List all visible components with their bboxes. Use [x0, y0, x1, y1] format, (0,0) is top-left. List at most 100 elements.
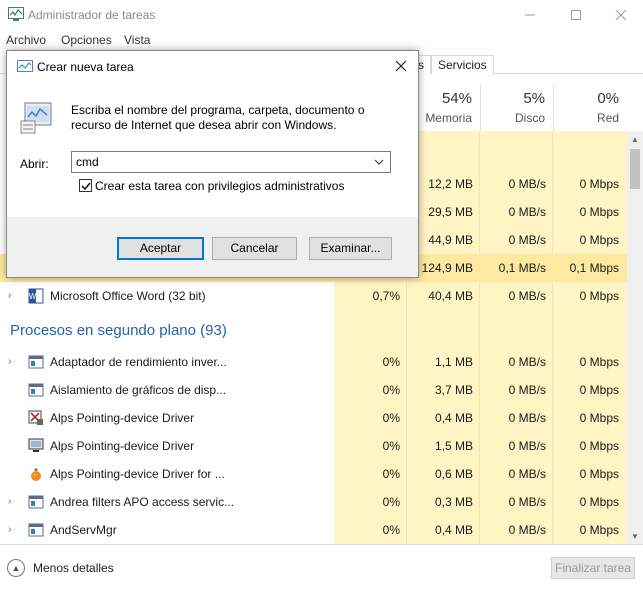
cpu-cell: 0%	[382, 439, 400, 453]
task-manager-icon	[8, 7, 24, 21]
open-label: Abrir:	[20, 157, 49, 171]
disk-cell: 0 MB/s	[508, 177, 546, 191]
group-title-background: Procesos en segundo plano (93)	[10, 322, 227, 339]
end-task-button[interactable]: Finalizar tarea	[551, 557, 635, 579]
window-title: Administrador de tareas	[28, 8, 156, 22]
menu-vista[interactable]: Vista	[124, 33, 150, 47]
expand-chevron-icon[interactable]: ›	[8, 524, 16, 535]
run-dialog: Crear nueva tarea Escriba el nombre del …	[6, 50, 419, 278]
process-name: Adaptador de rendimiento inver...	[50, 355, 227, 369]
chevron-down-icon[interactable]	[374, 155, 386, 169]
memory-cell: 1,1 MB	[434, 355, 473, 369]
disk-cell: 0 MB/s	[508, 411, 546, 425]
service-window-icon	[28, 383, 44, 397]
expand-chevron-icon[interactable]: ›	[8, 356, 16, 367]
monitor-icon	[28, 438, 44, 452]
table-row[interactable]: Alps Pointing-device Driver for ... 0% 0,6…	[0, 460, 627, 488]
dialog-close-button[interactable]	[389, 55, 413, 77]
disk-cell: 0 MB/s	[508, 355, 546, 369]
process-name: Microsoft Office Word (32 bit)	[50, 289, 206, 303]
network-cell: 0 Mbps	[579, 495, 619, 509]
cpu-cell: 0%	[382, 355, 400, 369]
memory-cell: 0,3 MB	[434, 495, 473, 509]
vertical-scrollbar[interactable]: ▲ ▼	[627, 131, 643, 544]
close-window-button[interactable]	[599, 0, 643, 30]
disk-cell: 0 MB/s	[508, 289, 546, 303]
table-row-word[interactable]: › W Microsoft Office Word (32 bit) 0,7% …	[0, 282, 627, 310]
disk-cell: 0 MB/s	[508, 523, 546, 537]
process-name: AndServMgr	[50, 523, 117, 537]
cpu-cell: 0%	[382, 383, 400, 397]
cpu-cell: 0%	[382, 495, 400, 509]
process-name: Alps Pointing-device Driver	[50, 411, 195, 425]
close-icon	[395, 60, 407, 72]
dialog-description: Escriba el nombre del programa, carpeta,…	[71, 103, 365, 132]
scroll-thumb[interactable]	[630, 149, 640, 189]
fruit-icon	[31, 468, 41, 481]
column-header-disk[interactable]: 5% Disco	[480, 84, 553, 131]
network-cell: 0 Mbps	[579, 233, 619, 247]
alps-driver-icon	[28, 410, 43, 425]
memory-cell: 0,4 MB	[434, 411, 473, 425]
maximize-icon	[571, 10, 581, 20]
disk-cell: 0,1 MB/s	[498, 261, 546, 275]
menu-opciones[interactable]: Opciones	[61, 33, 112, 47]
memory-cell: 1,5 MB	[434, 439, 473, 453]
browse-button[interactable]: Examinar...	[309, 237, 392, 260]
tab-servicios[interactable]: Servicios	[431, 55, 494, 74]
memory-cell: 0,6 MB	[434, 467, 473, 481]
network-cell: 0 Mbps	[579, 523, 619, 537]
title-bar: Administrador de tareas	[0, 0, 643, 30]
network-cell: 0 Mbps	[579, 411, 619, 425]
table-row[interactable]: › Adaptador de rendimiento inver... 0% 1,1 …	[0, 348, 627, 376]
dialog-button-bar: Aceptar Cancelar Examinar...	[7, 217, 418, 277]
expand-chevron-icon[interactable]: ›	[8, 290, 16, 301]
disk-cell: 0 MB/s	[508, 383, 546, 397]
cpu-cell: 0%	[382, 411, 400, 425]
footer-bar: ▲ Menos detalles Finalizar tarea	[0, 544, 643, 592]
cpu-cell: 0,7%	[372, 289, 400, 303]
process-name: Alps Pointing-device Driver for ...	[50, 467, 225, 481]
process-name: Aislamiento de gráficos de disp...	[50, 383, 227, 397]
process-name: Alps Pointing-device Driver	[50, 439, 195, 453]
scroll-down-arrow-icon[interactable]: ▼	[627, 528, 643, 544]
network-cell: 0 Mbps	[579, 177, 619, 191]
network-cell: 0 Mbps	[579, 383, 619, 397]
minimize-button[interactable]	[507, 0, 553, 30]
table-row[interactable]: › AndServMgr 0% 0,4 MB 0 MB/s 0 Mbps	[0, 516, 627, 544]
admin-privileges-label[interactable]: Crear esta tarea con privilegios adminis…	[95, 179, 344, 193]
process-name: Andrea filters APO access servic...	[50, 495, 235, 509]
service-window-icon	[28, 355, 44, 369]
table-row[interactable]: Alps Pointing-device Driver 0% 0,4 MB 0 MB/…	[0, 404, 627, 432]
menu-archivo[interactable]: Archivo	[6, 33, 46, 47]
table-row[interactable]: Alps Pointing-device Driver 0% 1,5 MB 0 MB/…	[0, 432, 627, 460]
open-input[interactable]	[76, 154, 366, 170]
network-cell: 0,1 Mbps	[569, 261, 619, 275]
run-program-icon	[20, 102, 52, 134]
table-row[interactable]: › Andrea filters APO access servic... 0% 0,…	[0, 488, 627, 516]
minimize-icon	[525, 14, 535, 16]
open-combobox[interactable]	[71, 151, 391, 173]
network-cell: 0 Mbps	[579, 355, 619, 369]
chevron-up-circle-icon[interactable]: ▲	[7, 559, 25, 577]
network-cell: 0 Mbps	[579, 205, 619, 219]
column-header-network[interactable]: 0% Red	[553, 84, 627, 131]
scroll-up-arrow-icon[interactable]: ▲	[627, 131, 643, 147]
word-icon: W	[28, 288, 44, 304]
group-header-row: Procesos en segundo plano (93)	[0, 310, 627, 348]
disk-cell: 0 MB/s	[508, 233, 546, 247]
admin-privileges-checkbox[interactable]	[79, 179, 92, 192]
network-column-label: Red	[596, 111, 619, 125]
disk-cell: 0 MB/s	[508, 495, 546, 509]
disk-cell: 0 MB/s	[508, 467, 546, 481]
memory-cell: 0,4 MB	[434, 523, 473, 537]
cancel-button[interactable]: Cancelar	[212, 237, 297, 260]
ok-button[interactable]: Aceptar	[117, 237, 204, 260]
menu-bar: Archivo Opciones Vista	[0, 30, 643, 50]
less-details-link[interactable]: Menos detalles	[33, 561, 114, 575]
maximize-button[interactable]	[553, 0, 599, 30]
memory-cell: 40,4 MB	[428, 289, 473, 303]
disk-usage-percent: 5%	[523, 90, 545, 107]
expand-chevron-icon[interactable]: ›	[8, 496, 16, 507]
table-row[interactable]: Aislamiento de gráficos de disp... 0% 3,7 …	[0, 376, 627, 404]
